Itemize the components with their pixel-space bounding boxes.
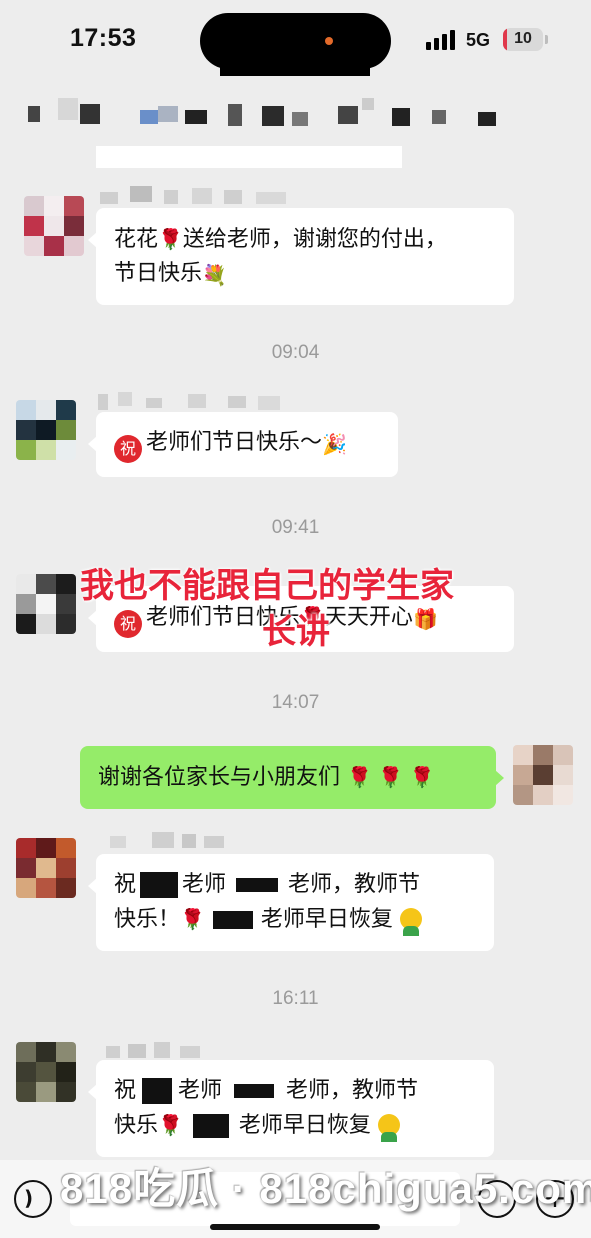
zhu-badge-icon: 祝 xyxy=(114,610,142,638)
avatar[interactable] xyxy=(16,574,76,634)
rose-emoji: 🌹 xyxy=(180,907,205,931)
network-type: 5G xyxy=(466,30,491,50)
rose-emoji: 🌹 🌹 🌹 xyxy=(347,765,435,789)
message-bubble[interactable]: 花花🌹送给老师，谢谢您的付出， 节日快乐💐 xyxy=(88,208,514,305)
smile-emoji xyxy=(399,908,422,936)
message-text: 送给老师，谢谢您的付出， xyxy=(182,227,447,252)
message-bubble[interactable]: 祝 老师 老师，教师节 快乐🌹 老师早日恢复 xyxy=(88,1060,494,1157)
message-text: 祝 xyxy=(114,1078,137,1103)
rose-emoji: 🌹 xyxy=(158,1113,183,1137)
message-text: 老师，教师节 xyxy=(288,872,421,897)
watermark: 818吃瓜 · 818chigua5.com xyxy=(60,1165,591,1212)
smile-emoji xyxy=(377,1114,400,1142)
home-indicator[interactable] xyxy=(210,1224,380,1230)
timestamp: 09:04 xyxy=(271,342,320,363)
my-avatar[interactable] xyxy=(513,745,573,805)
message-text: 老师 xyxy=(182,872,227,897)
timestamp: 16:11 xyxy=(272,988,319,1009)
redaction-block xyxy=(192,1114,229,1138)
timestamp: 14:07 xyxy=(271,692,320,713)
signal-icon xyxy=(426,30,456,50)
redaction-block xyxy=(234,1084,275,1098)
party-emoji: 🎉 xyxy=(322,432,347,456)
camera-indicator-icon xyxy=(325,37,333,45)
message-text: 老师早日恢复 xyxy=(238,1113,371,1138)
message-bubble[interactable]: 祝 老师 老师，教师节 快乐！🌹 老师早日恢复 xyxy=(88,854,494,951)
overlay-caption-line2: 长讲 xyxy=(262,612,330,652)
message-text: 快乐！ xyxy=(114,907,181,932)
message-text: 老师，教师节 xyxy=(286,1078,419,1103)
overlay-caption-line1: 我也不能跟自己的学生家 xyxy=(80,566,454,606)
avatar[interactable] xyxy=(16,1042,76,1102)
battery-icon: 10 xyxy=(503,28,543,51)
message-text: 快乐 xyxy=(114,1113,159,1138)
avatar[interactable] xyxy=(16,838,76,898)
gift-emoji: 🎁 xyxy=(412,607,438,631)
chat-title-redacted[interactable] xyxy=(0,88,591,150)
redaction-block xyxy=(212,911,253,929)
my-message-bubble[interactable]: 谢谢各位家长与小朋友们 🌹 🌹 🌹 xyxy=(80,746,504,809)
voice-icon[interactable]: ) xyxy=(14,1180,52,1218)
message-text: 老师 xyxy=(178,1078,223,1103)
status-time: 17:53 xyxy=(70,24,137,52)
avatar[interactable] xyxy=(24,196,84,256)
message-text: 节日快乐 xyxy=(114,261,203,286)
message-text: 老师们节日快乐～ xyxy=(146,430,323,455)
bouquet-emoji: 💐 xyxy=(202,263,227,287)
redaction-block xyxy=(236,878,279,892)
redaction-block xyxy=(220,58,370,76)
redaction-block xyxy=(140,872,179,898)
message-text: 天天开心 xyxy=(324,605,413,630)
message-text: 祝 xyxy=(114,872,137,897)
avatar[interactable] xyxy=(16,400,76,460)
redaction-strip xyxy=(96,146,402,168)
message-text: 谢谢各位家长与小朋友们 xyxy=(98,765,341,790)
message-text: 花花 xyxy=(114,227,159,252)
zhu-badge-icon: 祝 xyxy=(114,435,142,463)
battery-percent: 10 xyxy=(514,30,532,47)
message-text: 老师早日恢复 xyxy=(260,907,393,932)
battery-nub-icon xyxy=(545,35,548,44)
rose-emoji: 🌹 xyxy=(158,227,183,251)
timestamp: 09:41 xyxy=(271,517,320,538)
message-bubble[interactable]: 祝老师们节日快乐～🎉 xyxy=(88,412,398,477)
redaction-block xyxy=(142,1078,173,1104)
